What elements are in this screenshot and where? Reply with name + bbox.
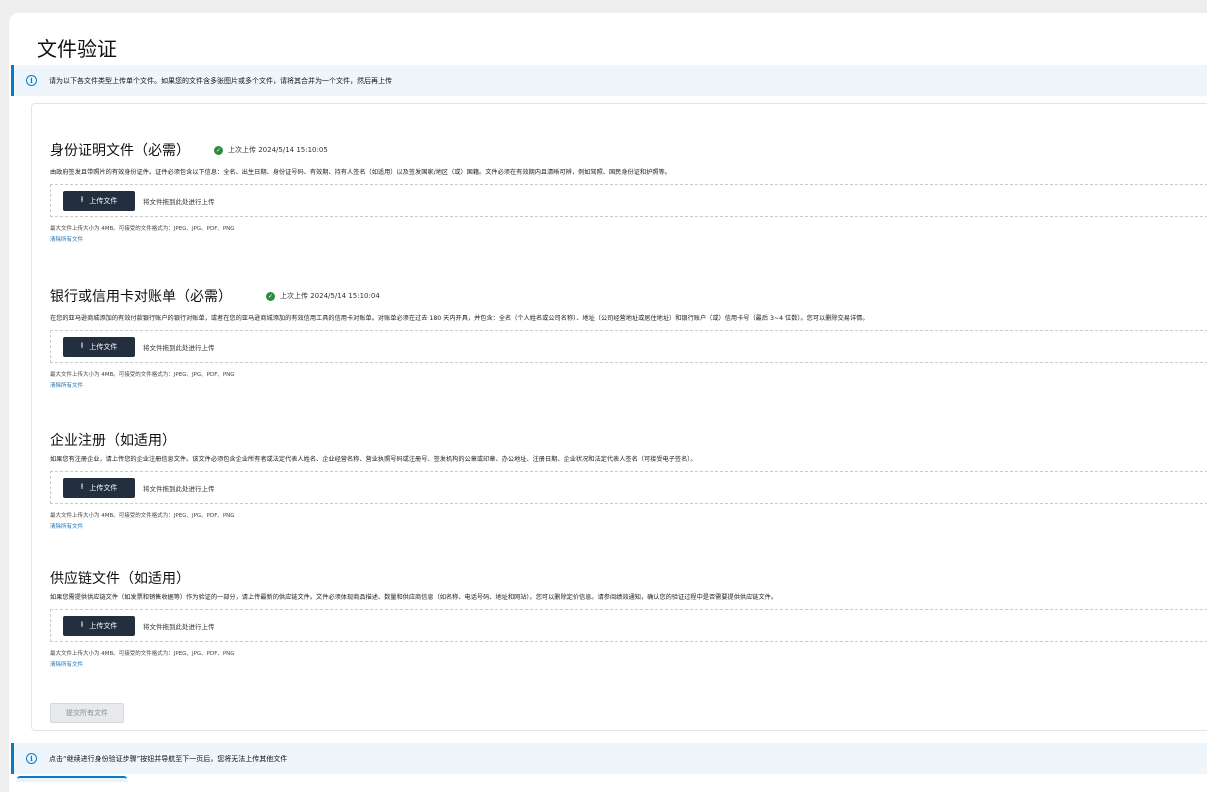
section-title: 身份证明文件（必需） [50,143,190,159]
upload-icon: ⭱ [80,340,84,350]
clear-files-link[interactable]: 清除所有文件 [50,522,1207,530]
info-icon: i [26,75,37,86]
file-format-hint: 最大文件上传大小为 4MB。可接受的文件格式为：JPEG、JPG、PDF、PNG [50,513,235,519]
clear-files-link[interactable]: 清除所有文件 [50,235,1207,243]
section-business-registration: 企业注册（如适用） 如果您有注册企业，请上传您的企业注册信息文件。该文件必须包含… [50,430,1207,530]
section-title: 企业注册（如适用） [50,433,176,449]
upload-file-button-label: 上传文件 [89,342,118,351]
section-title: 供应链文件（如适用） [50,571,190,587]
info-icon: i [26,753,37,764]
upload-card: 身份证明文件（必需） ✓ 上次上传 2024/5/14 15:10:05 由政府… [31,103,1207,731]
section-identity-document: 身份证明文件（必需） ✓ 上次上传 2024/5/14 15:10:05 由政府… [50,140,1207,243]
upload-icon: ⭱ [80,481,84,491]
section-title: 银行或信用卡对账单（必需） [50,289,232,305]
upload-icon: ⭱ [80,619,84,629]
main-window: 文件验证 i 请为以下各文件类型上传单个文件。如果您的文件含多张图片或多个文件，… [9,13,1207,792]
upload-status: ✓ 上次上传 2024/5/14 15:10:05 [214,145,328,155]
upload-status: ✓ 上次上传 2024/5/14 15:10:04 [266,291,380,301]
upload-file-button[interactable]: ⭱ 上传文件 [63,477,135,498]
file-format-hint: 最大文件上传大小为 4MB。可接受的文件格式为：JPEG、JPG、PDF、PNG [50,651,235,657]
page-title: 文件验证 [37,37,117,61]
section-supply-chain: 供应链文件（如适用） 如果您需提供供应链文件（如发票和销售收据等）作为验证的一部… [50,568,1207,668]
upload-file-button[interactable]: ⭱ 上传文件 [63,336,135,357]
info-banner-text: 点击“继续进行身份验证步骤”按钮并导航至下一页后，您将无法上传其他文件 [49,754,288,763]
drop-zone-text: 将文件拖到此处进行上传 [143,343,215,352]
upload-icon: ⭱ [80,194,84,204]
file-format-hint: 最大文件上传大小为 4MB。可接受的文件格式为：JPEG、JPG、PDF、PNG [50,226,235,232]
file-drop-zone[interactable]: ⭱ 上传文件 将文件拖到此处进行上传 [50,609,1207,642]
upload-file-button-label: 上传文件 [89,621,118,630]
check-circle-icon: ✓ [214,145,223,155]
section-description: 如果您有注册企业，请上传您的企业注册信息文件。该文件必须包含企业所有者或法定代表… [50,456,697,463]
upload-file-button-label: 上传文件 [89,483,118,492]
info-banner-bottom: i 点击“继续进行身份验证步骤”按钮并导航至下一页后，您将无法上传其他文件 [11,743,1207,774]
continue-button-partial[interactable] [17,776,127,782]
info-banner-top: i 请为以下各文件类型上传单个文件。如果您的文件含多张图片或多个文件，请将其合并… [11,65,1207,96]
section-description: 在您的亚马逊商城添加的有效付款银行账户的银行对账单，或者在您的亚马逊商城添加的有… [50,315,869,322]
clear-files-link[interactable]: 清除所有文件 [50,660,1207,668]
drop-zone-text: 将文件拖到此处进行上传 [143,197,215,206]
drop-zone-text: 将文件拖到此处进行上传 [143,484,215,493]
file-drop-zone[interactable]: ⭱ 上传文件 将文件拖到此处进行上传 [50,184,1207,217]
upload-status-text: 上次上传 2024/5/14 15:10:04 [280,292,380,300]
file-drop-zone[interactable]: ⭱ 上传文件 将文件拖到此处进行上传 [50,330,1207,363]
check-circle-icon: ✓ [266,291,275,301]
info-banner-text: 请为以下各文件类型上传单个文件。如果您的文件含多张图片或多个文件，请将其合并为一… [49,76,392,85]
drop-zone-text: 将文件拖到此处进行上传 [143,622,215,631]
upload-status-text: 上次上传 2024/5/14 15:10:05 [228,146,328,154]
upload-file-button[interactable]: ⭱ 上传文件 [63,190,135,211]
section-bank-statement: 银行或信用卡对账单（必需） ✓ 上次上传 2024/5/14 15:10:04 … [50,286,1207,389]
file-format-hint: 最大文件上传大小为 4MB。可接受的文件格式为：JPEG、JPG、PDF、PNG [50,372,235,378]
upload-file-button-label: 上传文件 [89,196,118,205]
section-description: 如果您需提供供应链文件（如发票和销售收据等）作为验证的一部分，请上传最新的供应链… [50,594,778,601]
file-drop-zone[interactable]: ⭱ 上传文件 将文件拖到此处进行上传 [50,471,1207,504]
upload-file-button[interactable]: ⭱ 上传文件 [63,615,135,636]
clear-files-link[interactable]: 清除所有文件 [50,381,1207,389]
submit-all-files-button[interactable]: 提交所有文件 [50,703,124,723]
section-description: 由政府签发且带照片的有效身份证件。证件必须包含以下信息：全名、出生日期、身份证号… [50,169,671,176]
